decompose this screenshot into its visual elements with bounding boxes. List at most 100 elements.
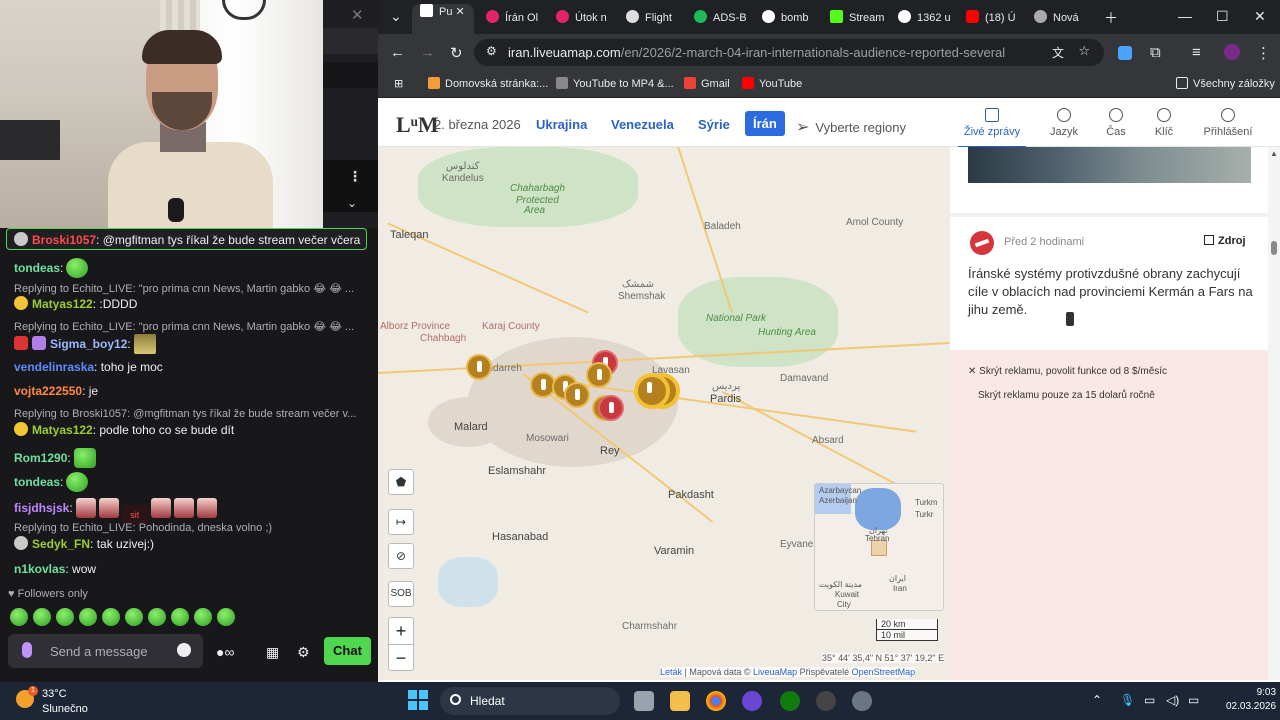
liveuamap-logo[interactable]: LᵘM: [396, 112, 439, 138]
profile-avatar[interactable]: [1224, 44, 1240, 60]
tab[interactable]: Írán Ol: [486, 10, 548, 36]
event-marker[interactable]: [586, 362, 612, 388]
extensions-puzzle-icon[interactable]: ⧉: [1150, 44, 1161, 61]
bookmark[interactable]: YouTube to MP4 &...: [556, 77, 674, 90]
bookmark[interactable]: Domovská stránka:...: [428, 77, 548, 90]
event-marker[interactable]: [564, 382, 590, 408]
chrome-icon[interactable]: [706, 691, 726, 711]
volume-icon[interactable]: ◁): [1166, 693, 1179, 707]
emote-icon[interactable]: [194, 608, 212, 626]
settings-icon[interactable]: [852, 691, 872, 711]
region-link-active[interactable]: Írán: [745, 111, 785, 136]
media-icon[interactable]: ≡: [1192, 44, 1201, 61]
emote-icon[interactable]: [148, 608, 166, 626]
close-icon[interactable]: ✕: [351, 6, 364, 24]
taskbar-search[interactable]: Hledat: [440, 687, 620, 715]
back-icon[interactable]: ←: [390, 44, 405, 61]
network-icon[interactable]: ▭: [1144, 693, 1155, 707]
nav-login[interactable]: Přihlášení: [1198, 108, 1258, 138]
emote-icon[interactable]: [102, 608, 120, 626]
chat-send-button[interactable]: Chat: [324, 637, 371, 665]
emote-icon[interactable]: [217, 608, 235, 626]
emote-icon[interactable]: [56, 608, 74, 626]
apps-icon[interactable]: ⊞: [394, 77, 403, 90]
emote-icon[interactable]: [171, 608, 189, 626]
start-button[interactable]: [408, 690, 428, 710]
file-explorer-icon[interactable]: [670, 691, 690, 711]
emote-icon[interactable]: [33, 608, 51, 626]
region-link[interactable]: Ukrajina: [536, 117, 587, 132]
xbox-icon[interactable]: [780, 691, 800, 711]
site-info-icon[interactable]: ⚙: [486, 44, 497, 58]
app-icon[interactable]: [742, 691, 762, 711]
reply-context[interactable]: Replying to Echito_LIVE: "pro prima cnn …: [14, 320, 354, 333]
event-marker[interactable]: [466, 354, 492, 380]
zoom-in-button[interactable]: +: [389, 618, 413, 644]
settings-icon[interactable]: ⚙: [297, 644, 310, 661]
region-link[interactable]: Venezuela: [611, 117, 674, 132]
bookmark[interactable]: YouTube: [742, 77, 802, 90]
tab[interactable]: Stream: [830, 10, 892, 36]
measure-icon[interactable]: ↦: [388, 509, 414, 535]
reply-context[interactable]: Replying to Echito_LIVE: "pro prima cnn …: [14, 282, 354, 295]
tab[interactable]: 1362 u: [898, 10, 960, 36]
chevron-down-icon[interactable]: ⌄: [347, 196, 357, 210]
select-regions[interactable]: ➢ Vyberte regiony: [796, 117, 906, 137]
close-window-icon[interactable]: ✕: [1254, 8, 1266, 25]
tab[interactable]: ADS-B: [694, 10, 756, 36]
extension-icon[interactable]: [1118, 46, 1132, 60]
tab-search-icon[interactable]: ⌄: [390, 8, 402, 25]
tab[interactable]: Nová: [1034, 10, 1096, 36]
tab[interactable]: (18) Ú: [966, 10, 1028, 36]
app-icon[interactable]: [816, 691, 836, 711]
more-options-icon[interactable]: ⋮: [348, 168, 362, 185]
minimize-icon[interactable]: —: [1178, 8, 1192, 24]
nav-language[interactable]: Jazyk: [1034, 108, 1094, 138]
reply-context[interactable]: Replying to Broski1057: @mgfitman tys ří…: [14, 408, 356, 420]
draw-polygon-icon[interactable]: ⬟: [388, 469, 414, 495]
event-marker-cluster[interactable]: [634, 373, 670, 409]
source-link[interactable]: Zdroj: [1204, 235, 1246, 247]
nav-key[interactable]: Klíč: [1134, 108, 1194, 138]
zoom-out-button[interactable]: −: [389, 644, 413, 670]
reload-icon[interactable]: ↻: [450, 44, 463, 62]
hide-ad-subscription[interactable]: ✕ Skrýt reklamu, povolit funkce od 8 $/m…: [968, 366, 1167, 377]
date-label[interactable]: 2. března 2026: [434, 117, 521, 132]
event-marker-red[interactable]: [598, 395, 624, 421]
maximize-icon[interactable]: ☐: [1216, 8, 1229, 25]
forward-icon[interactable]: →: [420, 44, 435, 61]
map[interactable]: کندلوس Kandelus Chaharbagh Protected Area Tal…: [378, 147, 950, 680]
nav-live-news[interactable]: Živé zprávy: [958, 108, 1026, 148]
bits-icon[interactable]: ●∞: [216, 644, 234, 660]
hide-ad-yearly[interactable]: Skrýt reklamu pouze za 15 dolarů ročně: [978, 390, 1155, 401]
news-image[interactable]: [968, 147, 1251, 183]
bookmark[interactable]: Gmail: [684, 77, 730, 90]
region-link[interactable]: Sýrie: [698, 117, 730, 132]
tab[interactable]: Pu ✕: [412, 4, 474, 34]
task-view-icon[interactable]: [634, 691, 654, 711]
bookmark-star-icon[interactable]: ☆: [1078, 43, 1090, 59]
panel-scrollbar[interactable]: ▲: [1268, 147, 1280, 680]
microphone-icon[interactable]: [22, 642, 32, 658]
emote-icon[interactable]: [10, 608, 28, 626]
scroll-up-icon[interactable]: ▲: [1270, 149, 1278, 158]
all-bookmarks[interactable]: Všechny záložky: [1176, 77, 1275, 90]
minimap[interactable]: Azarbaycan Azerbaijan Turkm Turkr تهران …: [814, 483, 944, 611]
chevron-up-icon[interactable]: ⌃: [1092, 693, 1102, 707]
emoji-icon[interactable]: [177, 643, 191, 657]
address-bar[interactable]: ⚙ iran.liveuamap.com/en/2026/2-march-04-…: [474, 39, 1104, 66]
translate-icon[interactable]: 文: [1052, 44, 1064, 61]
tab[interactable]: Flight: [626, 10, 688, 36]
news-text[interactable]: Íránské systémy protivzdušné obrany zach…: [968, 265, 1258, 319]
new-tab-icon[interactable]: ＋: [1104, 8, 1118, 28]
battery-icon[interactable]: ▭: [1188, 693, 1199, 707]
hide-icon[interactable]: ⊘: [388, 543, 414, 569]
chat-input[interactable]: Send a message: [8, 634, 203, 668]
sob-button[interactable]: SOB: [388, 581, 414, 607]
microphone-icon[interactable]: 🎙︎: [1120, 693, 1135, 707]
tab[interactable]: Útok n: [556, 10, 618, 36]
menu-icon[interactable]: ⋮: [1256, 44, 1271, 62]
reply-context[interactable]: Replying to Echito_LIVE: Pohodinda, dnes…: [14, 522, 272, 534]
clock[interactable]: 9:03 02.03.2026: [1226, 686, 1276, 714]
store-icon[interactable]: ▦: [266, 644, 279, 661]
